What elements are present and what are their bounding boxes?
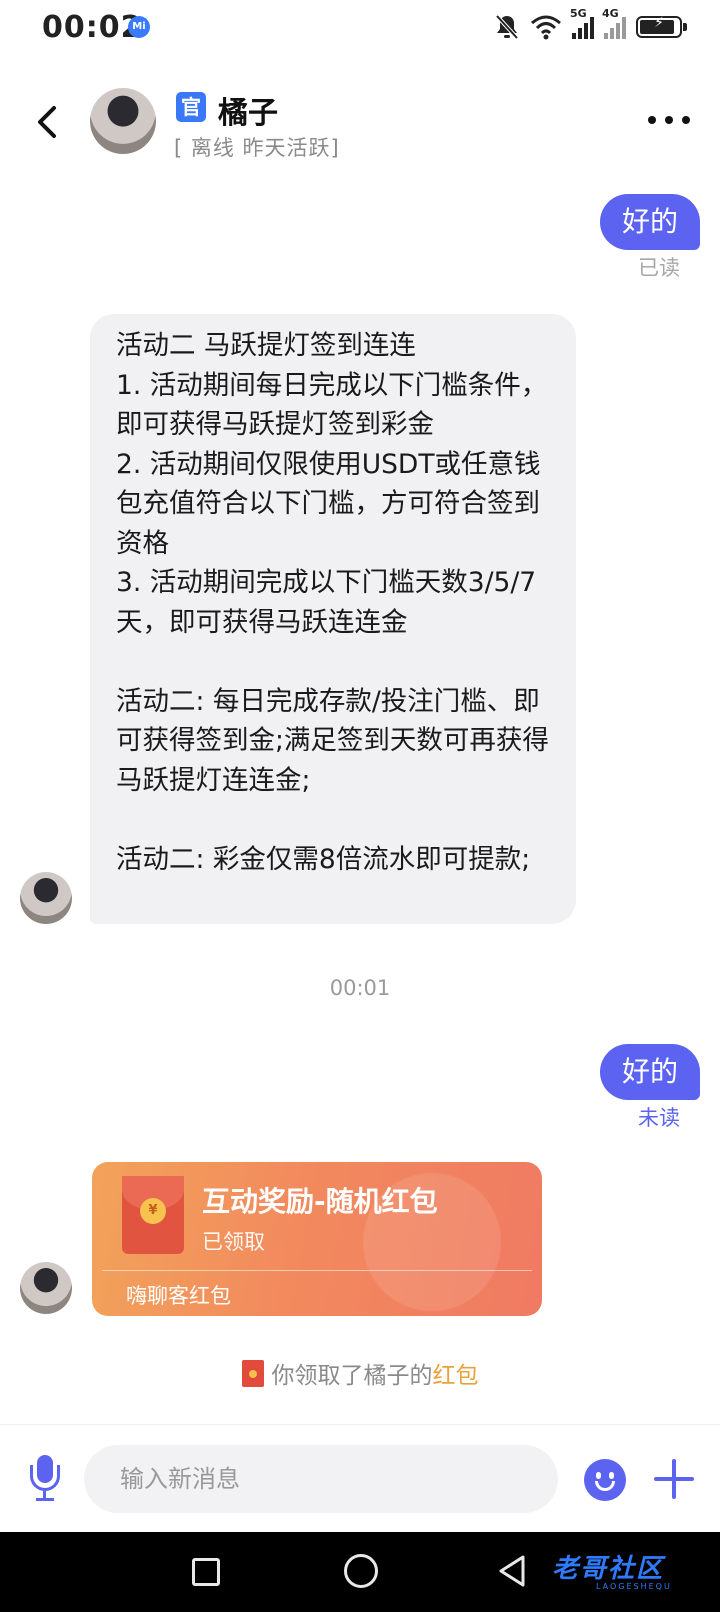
incoming-message-bubble[interactable]: 活动二 马跃提灯签到连连 1. 活动期间每日完成以下门槛条件，即可获得马跃提灯签… <box>90 314 576 924</box>
notice-link[interactable]: 红包 <box>433 1363 479 1389</box>
red-packet-card[interactable]: ¥ 互动奖励-随机红包 已领取 嗨聊客红包 <box>92 1162 542 1316</box>
coin-icon: ¥ <box>140 1198 166 1224</box>
signal-4g-label: 4G <box>602 7 619 20</box>
contact-status: [ 离线 昨天活跃] <box>174 136 340 160</box>
read-receipt: 已读 <box>638 256 680 280</box>
back-button[interactable] <box>28 100 68 144</box>
signal-5g-icon: 5G <box>570 7 594 39</box>
charging-bolt-icon: ⚡ <box>654 15 664 31</box>
system-navigation-bar: 老哥社区 LAOGESHEQU <box>0 1532 720 1612</box>
contact-avatar[interactable] <box>90 88 156 154</box>
system-back-button[interactable] <box>497 1554 527 1588</box>
message-input[interactable] <box>84 1445 558 1513</box>
red-packet-footer: 嗨聊客红包 <box>126 1284 231 1308</box>
home-button[interactable] <box>344 1554 378 1588</box>
triangle-back-icon <box>499 1555 525 1587</box>
time-divider: 00:01 <box>329 976 391 1000</box>
official-badge: 官 <box>176 92 206 122</box>
watermark-subtext: LAOGESHEQU <box>596 1582 672 1591</box>
unread-receipt: 未读 <box>638 1106 680 1130</box>
red-packet-status: 已领取 <box>202 1230 265 1254</box>
chevron-left-icon <box>38 106 56 138</box>
status-icons: 5G 4G ⚡ <box>494 7 687 42</box>
incoming-message-text: 活动二 马跃提灯签到连连 1. 活动期间每日完成以下门槛条件，即可获得马跃提灯签… <box>116 330 549 875</box>
outgoing-message-bubble[interactable]: 好的 <box>599 1044 700 1100</box>
microphone-base <box>36 1498 54 1501</box>
more-dot-icon <box>665 116 673 124</box>
red-packet-title: 互动奖励-随机红包 <box>202 1185 438 1218</box>
more-dot-icon <box>682 116 690 124</box>
recent-apps-button[interactable] <box>192 1558 220 1586</box>
red-envelope-icon: ¥ <box>122 1176 184 1254</box>
signal-4g-icon: 4G <box>602 7 626 39</box>
system-notice: 你领取了橘子的红包 <box>0 1356 720 1390</box>
red-envelope-icon <box>241 1360 264 1387</box>
voice-input-button[interactable] <box>28 1455 62 1503</box>
sender-avatar[interactable] <box>20 872 72 924</box>
microphone-arc <box>30 1465 60 1491</box>
notice-text: 你领取了橘子的 <box>271 1363 433 1389</box>
contact-name[interactable]: 橘子 <box>218 88 278 132</box>
signal-5g-label: 5G <box>570 7 587 20</box>
mi-notification-icon: Mi <box>128 16 150 38</box>
watermark-logo: 老哥社区 <box>552 1554 665 1584</box>
more-dot-icon <box>648 116 656 124</box>
sender-avatar[interactable] <box>20 1262 72 1314</box>
battery-icon: ⚡ <box>636 15 687 38</box>
chat-header: 官 橘子 [ 离线 昨天活跃] <box>0 80 720 170</box>
chat-screen: 00:02 Mi 5G 4G ⚡ 官 橘子 [离线 昨天活跃] 好的 已读 活… <box>0 0 720 1612</box>
emoji-mouth <box>595 1481 615 1491</box>
emoji-eye <box>609 1472 614 1479</box>
red-packet-divider <box>102 1270 532 1271</box>
message-input-bar <box>0 1424 720 1532</box>
more-options-button[interactable] <box>648 110 690 130</box>
status-bar: 00:02 Mi 5G 4G ⚡ <box>0 0 720 54</box>
wifi-icon <box>531 15 561 40</box>
outgoing-message-bubble[interactable]: 好的 <box>599 194 700 250</box>
add-attachment-button[interactable] <box>654 1459 694 1499</box>
emoji-eye <box>596 1472 601 1479</box>
mute-bell-icon <box>495 14 519 40</box>
emoji-button[interactable] <box>584 1459 626 1501</box>
